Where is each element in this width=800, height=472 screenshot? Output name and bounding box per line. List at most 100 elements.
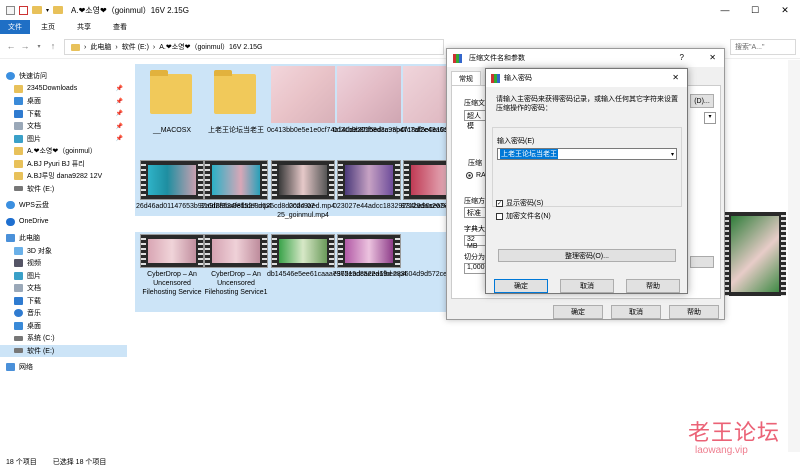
sidebar-item-label: 音乐 <box>27 310 41 318</box>
sidebar-item-folder-dana[interactable]: A.BJ루밍 dana9282 12V <box>0 170 127 183</box>
cancel-button[interactable]: 取消 <box>611 305 661 319</box>
address-path[interactable]: › 此电脑 › 软件 (E:) › A.❤소영❤（goinmul）16V 2.1… <box>64 39 444 55</box>
sidebar-item-music[interactable]: 音乐 <box>0 307 127 320</box>
file-tile[interactable]: __MACOSX <box>140 66 204 134</box>
vertical-scrollbar[interactable] <box>788 60 800 452</box>
sidebar-item-quick-access[interactable]: 快速访问 <box>0 70 127 83</box>
file-tile[interactable]: 023027e44adcc18329234ba90cea9414.mp4 <box>333 160 472 220</box>
desktop-icon <box>14 321 23 330</box>
sidebar-item-pictures[interactable]: 图片 📌 <box>0 133 127 146</box>
new-folder-icon[interactable] <box>32 6 42 14</box>
recent-dropdown-icon[interactable]: ▾ <box>32 43 46 50</box>
computer-icon <box>6 234 15 243</box>
sidebar-item-onedrive[interactable]: OneDrive <box>0 216 127 229</box>
help-button[interactable]: 帮助 <box>626 279 680 293</box>
sidebar-item-label: 文档 <box>27 285 41 293</box>
forward-icon[interactable]: → <box>18 41 32 51</box>
file-tile[interactable]: 2024-07-25_goinmul.mp4 <box>271 160 335 220</box>
sidebar-item-drive-e-quick[interactable]: 软件 (E:) <box>0 183 127 196</box>
pin-icon: 📌 <box>115 86 123 93</box>
file-tile[interactable]: 26d46ad01147653b92a9f28534fe1527.mp4 <box>136 160 272 220</box>
sidebar-item-documents[interactable]: 文档 📌 <box>0 120 127 133</box>
breadcrumb-folder[interactable]: A.❤소영❤（goinmul）16V 2.15G <box>159 42 262 52</box>
file-tile[interactable]: 上老王论坛当老王 <box>204 66 268 134</box>
cancel-button[interactable]: 取消 <box>560 279 614 293</box>
label-split: 切分为 <box>464 254 485 261</box>
sidebar-item-label: 系统 (C:) <box>27 335 55 343</box>
set-button-partial[interactable] <box>690 256 714 268</box>
sidebar-item-desktop[interactable]: 桌面 📌 <box>0 95 127 108</box>
file-tile[interactable]: CyberDrop – An Uncensored Filehosting Se… <box>140 234 204 296</box>
close-button[interactable]: ✕ <box>770 0 800 20</box>
browse-button[interactable]: (D)... <box>690 94 714 108</box>
file-tile[interactable]: 0fc7af2e43a6c84dfaec974b.mp4 <box>401 66 503 134</box>
dialog-title: 压缩文件名和参数 <box>469 55 525 62</box>
sidebar-item-2345downloads[interactable]: 2345Downloads 📌 <box>0 83 127 96</box>
sidebar-item-downloads[interactable]: 下载 📌 <box>0 108 127 121</box>
sidebar-item-pictures-pc[interactable]: 图片 <box>0 270 127 283</box>
search-input[interactable]: 搜索"A..." <box>730 39 796 55</box>
sidebar-item-folder-goinmul[interactable]: A.❤소영❤（goinmul） <box>0 145 127 158</box>
sidebar-item-this-pc[interactable]: 此电脑 <box>0 232 127 245</box>
watermark-url: laowang.vip <box>695 445 748 456</box>
chevron-down-icon[interactable]: ▾ <box>671 151 674 158</box>
file-tile[interactable]: 0c413bb0e5e1e0cf74c140de201b8d3a.mp4 <box>267 66 404 134</box>
sidebar-item-videos[interactable]: 视频 <box>0 257 127 270</box>
tab-view[interactable]: 查看 <box>102 22 138 32</box>
encrypt-names-checkbox[interactable]: 加密文件名(N) <box>496 211 551 221</box>
sidebar-item-drive-c[interactable]: 系统 (C:) <box>0 332 127 345</box>
tab-home[interactable]: 主页 <box>30 22 66 32</box>
sidebar-item-label: OneDrive <box>19 218 49 226</box>
file-tile[interactable]: e3621adcae2d6fbe283604d9d572ce8d.mp4 <box>333 234 470 294</box>
sidebar-item-downloads-pc[interactable]: 下载 <box>0 295 127 308</box>
chevron-down-icon[interactable]: ▾ <box>704 112 716 124</box>
path-separator: › <box>115 43 118 51</box>
password-value: 上老王论坛当老王 <box>500 149 558 159</box>
file-tile[interactable]: 0d3cb9b85f5edcc93bc718df5e0e109b.mp4 <box>333 66 468 134</box>
sidebar-item-folder-pyuri[interactable]: A.BJ Pyuri BJ 퓨리 <box>0 158 127 171</box>
pin-icon: 📌 <box>115 111 123 118</box>
minimize-button[interactable]: — <box>710 0 740 20</box>
ok-button[interactable]: 确定 <box>553 305 603 319</box>
radio-rar[interactable]: RA <box>466 172 486 179</box>
video-thumbnail <box>140 234 204 268</box>
desktop-icon <box>14 97 23 106</box>
sidebar-item-network[interactable]: 网络 <box>0 361 127 374</box>
file-tile[interactable]: 316d6f9ba98fbde8d625cd8d0cdc9aed.mp4 <box>200 160 335 220</box>
properties-icon[interactable] <box>19 5 28 15</box>
help-button[interactable]: 帮助 <box>669 305 719 319</box>
breadcrumb-pc[interactable]: 此电脑 <box>90 42 111 52</box>
show-password-checkbox[interactable]: ✓ 显示密码(S) <box>496 198 543 208</box>
sidebar-item-drive-e[interactable]: 软件 (E:) <box>0 344 127 357</box>
video-icon <box>14 259 23 268</box>
cube-icon <box>14 246 23 255</box>
sidebar-item-desktop-pc[interactable]: 桌面 <box>0 320 127 333</box>
winrar-icon <box>491 74 500 83</box>
dropdown-icon[interactable]: ▾ <box>46 7 49 14</box>
back-icon[interactable]: ← <box>4 41 18 51</box>
file-name: 上老王论坛当老王 <box>208 127 264 134</box>
video-thumbnail <box>337 66 401 123</box>
sidebar-item-documents-pc[interactable]: 文档 <box>0 282 127 295</box>
breadcrumb-drive[interactable]: 软件 (E:) <box>122 42 149 52</box>
close-button[interactable]: ✕ <box>709 53 716 62</box>
tab-file[interactable]: 文件 <box>0 20 30 34</box>
file-tile[interactable]: CyberDrop – An Uncensored Filehosting Se… <box>204 234 268 296</box>
video-thumbnail <box>204 160 268 200</box>
organize-passwords-button[interactable]: 整理密码(O)... <box>498 249 676 262</box>
close-button[interactable]: ✕ <box>672 73 679 82</box>
file-tile[interactable]: 87129daa2678a254825e5bd0.mp4 <box>401 160 510 220</box>
sidebar-item-3d-objects[interactable]: 3D 对象 <box>0 245 127 258</box>
password-input[interactable]: 上老王论坛当老王 ▾ <box>497 148 677 160</box>
ok-button[interactable]: 确定 <box>494 279 548 293</box>
status-bar: 18 个项目 已选择 18 个项目 <box>0 452 800 472</box>
maximize-button[interactable]: ☐ <box>740 0 770 20</box>
tab-share[interactable]: 共享 <box>66 22 102 32</box>
file-tile[interactable]: db14546e5ee61caaa7975e9d852ea19d.mp4 <box>267 234 407 294</box>
help-icon[interactable]: ? <box>680 53 684 62</box>
tab-general[interactable]: 常规 <box>451 71 481 85</box>
pin-icon: 📌 <box>115 136 123 143</box>
sidebar-item-wps[interactable]: WPS云盘 <box>0 199 127 212</box>
network-icon <box>6 363 15 372</box>
up-icon[interactable]: ↑ <box>46 41 60 51</box>
